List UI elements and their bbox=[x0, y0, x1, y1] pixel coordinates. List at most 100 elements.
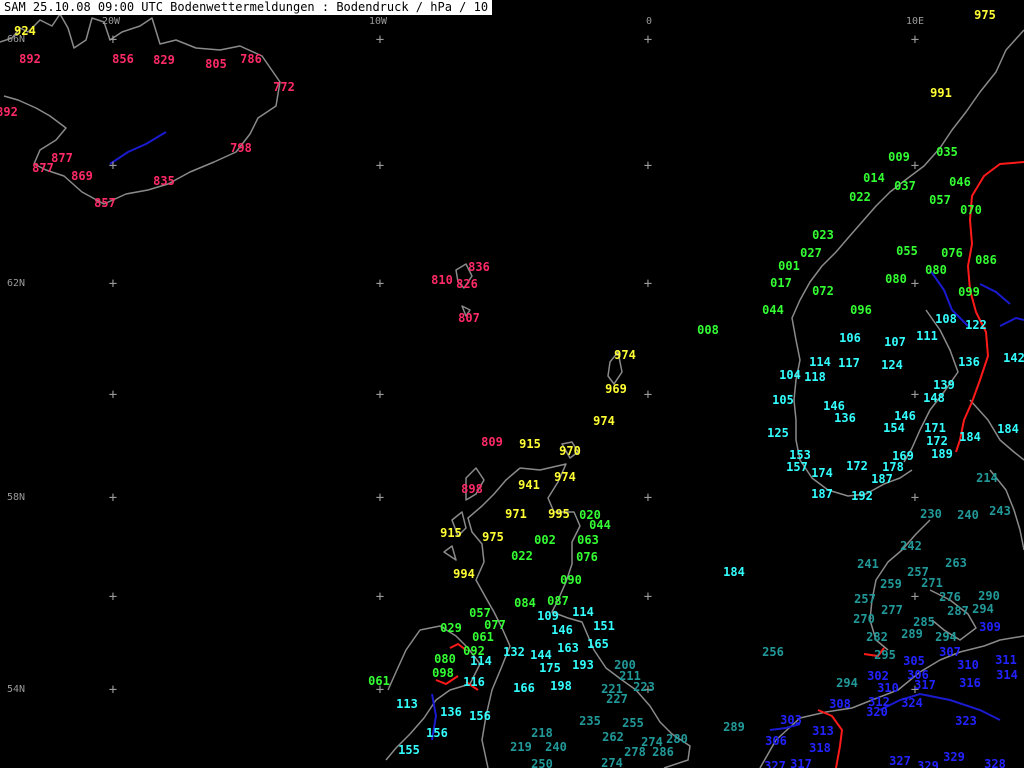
station-pressure-label: 118 bbox=[804, 370, 826, 384]
weather-map: SAM 25.10.08 09:00 UTC Bodenwettermeldun… bbox=[0, 0, 1024, 768]
station-pressure-label: 869 bbox=[71, 169, 93, 183]
station-pressure-label: 114 bbox=[470, 654, 492, 668]
station-pressure-label: 080 bbox=[434, 652, 456, 666]
station-pressure-label: 278 bbox=[624, 745, 646, 759]
station-pressure-label: 314 bbox=[996, 668, 1018, 682]
station-pressure-label: 969 bbox=[605, 382, 627, 396]
station-pressure-label: 116 bbox=[463, 675, 485, 689]
station-pressure-label: 187 bbox=[871, 472, 893, 486]
station-pressure-label: 044 bbox=[762, 303, 784, 317]
station-pressure-label: 316 bbox=[959, 676, 981, 690]
station-pressure-label: 303 bbox=[780, 713, 802, 727]
station-pressure-label: 311 bbox=[995, 653, 1017, 667]
station-pressure-label: 037 bbox=[894, 179, 916, 193]
station-pressure-label: 166 bbox=[513, 681, 535, 695]
station-pressure-label: 174 bbox=[811, 466, 833, 480]
station-pressure-label: 892 bbox=[0, 105, 18, 119]
grid-cross: + bbox=[910, 490, 920, 506]
station-pressure-label: 290 bbox=[978, 589, 1000, 603]
station-pressure-label: 001 bbox=[778, 259, 800, 273]
station-pressure-label: 975 bbox=[482, 530, 504, 544]
station-pressure-label: 227 bbox=[606, 692, 628, 706]
station-pressure-label: 171 bbox=[924, 421, 946, 435]
station-pressure-label: 835 bbox=[153, 174, 175, 188]
station-pressure-label: 306 bbox=[765, 734, 787, 748]
station-pressure-label: 877 bbox=[51, 151, 73, 165]
station-pressure-label: 971 bbox=[505, 507, 527, 521]
station-pressure-label: 257 bbox=[854, 592, 876, 606]
station-pressure-label: 262 bbox=[602, 730, 624, 744]
coastline-shetland bbox=[561, 351, 623, 459]
station-pressure-label: 271 bbox=[921, 576, 943, 590]
station-pressure-label: 163 bbox=[557, 641, 579, 655]
station-pressure-label: 090 bbox=[560, 573, 582, 587]
station-pressure-label: 144 bbox=[530, 648, 552, 662]
station-pressure-label: 184 bbox=[959, 430, 981, 444]
station-pressure-label: 151 bbox=[593, 619, 615, 633]
station-pressure-label: 125 bbox=[767, 426, 789, 440]
grid-cross: + bbox=[910, 589, 920, 605]
grid-cross: + bbox=[108, 490, 118, 506]
station-pressure-label: 320 bbox=[866, 705, 888, 719]
station-pressure-label: 259 bbox=[880, 577, 902, 591]
grid-cross: + bbox=[375, 387, 385, 403]
grid-cross: + bbox=[643, 276, 653, 292]
station-pressure-label: 148 bbox=[923, 391, 945, 405]
station-pressure-label: 970 bbox=[559, 444, 581, 458]
grid-cross: + bbox=[910, 276, 920, 292]
station-pressure-label: 836 bbox=[468, 260, 490, 274]
station-pressure-label: 063 bbox=[577, 533, 599, 547]
station-pressure-label: 072 bbox=[812, 284, 834, 298]
station-pressure-label: 157 bbox=[786, 460, 808, 474]
station-pressure-label: 317 bbox=[914, 678, 936, 692]
station-pressure-label: 243 bbox=[989, 504, 1011, 518]
grid-cross: + bbox=[643, 490, 653, 506]
grid-cross: + bbox=[643, 589, 653, 605]
station-pressure-label: 029 bbox=[440, 621, 462, 635]
grid-cross: + bbox=[910, 158, 920, 174]
station-pressure-label: 114 bbox=[572, 605, 594, 619]
grid-cross: + bbox=[643, 32, 653, 48]
station-pressure-label: 189 bbox=[931, 447, 953, 461]
station-pressure-label: 328 bbox=[984, 757, 1006, 768]
station-pressure-label: 294 bbox=[836, 676, 858, 690]
station-pressure-label: 044 bbox=[589, 518, 611, 532]
station-pressure-label: 975 bbox=[974, 8, 996, 22]
station-pressure-label: 317 bbox=[790, 757, 812, 768]
station-pressure-label: 155 bbox=[398, 743, 420, 757]
station-pressure-label: 915 bbox=[440, 526, 462, 540]
station-pressure-label: 070 bbox=[960, 203, 982, 217]
station-pressure-label: 035 bbox=[936, 145, 958, 159]
grid-cross: + bbox=[375, 589, 385, 605]
station-pressure-label: 256 bbox=[762, 645, 784, 659]
station-pressure-label: 046 bbox=[949, 175, 971, 189]
station-pressure-label: 124 bbox=[881, 358, 903, 372]
station-pressure-label: 107 bbox=[884, 335, 906, 349]
station-pressure-label: 109 bbox=[537, 609, 559, 623]
station-pressure-label: 255 bbox=[622, 716, 644, 730]
station-pressure-label: 219 bbox=[510, 740, 532, 754]
grid-cross: + bbox=[375, 158, 385, 174]
station-pressure-label: 114 bbox=[809, 355, 831, 369]
station-pressure-label: 132 bbox=[503, 645, 525, 659]
station-pressure-label: 108 bbox=[935, 312, 957, 326]
station-pressure-label: 192 bbox=[851, 489, 873, 503]
station-pressure-label: 772 bbox=[273, 80, 295, 94]
station-pressure-label: 106 bbox=[839, 331, 861, 345]
station-pressure-label: 156 bbox=[426, 726, 448, 740]
grid-cross: + bbox=[108, 682, 118, 698]
station-pressure-label: 329 bbox=[917, 759, 939, 768]
station-pressure-label: 329 bbox=[943, 750, 965, 764]
station-pressure-label: 313 bbox=[812, 724, 834, 738]
station-pressure-label: 809 bbox=[481, 435, 503, 449]
station-pressure-label: 154 bbox=[883, 421, 905, 435]
station-pressure-label: 165 bbox=[587, 637, 609, 651]
station-pressure-label: 172 bbox=[846, 459, 868, 473]
station-pressure-label: 080 bbox=[885, 272, 907, 286]
station-pressure-label: 139 bbox=[933, 378, 955, 392]
station-pressure-label: 099 bbox=[958, 285, 980, 299]
lat-label: 58N bbox=[7, 492, 26, 503]
lat-label: 54N bbox=[7, 684, 26, 695]
station-pressure-label: 310 bbox=[877, 681, 899, 695]
station-pressure-label: 193 bbox=[572, 658, 594, 672]
